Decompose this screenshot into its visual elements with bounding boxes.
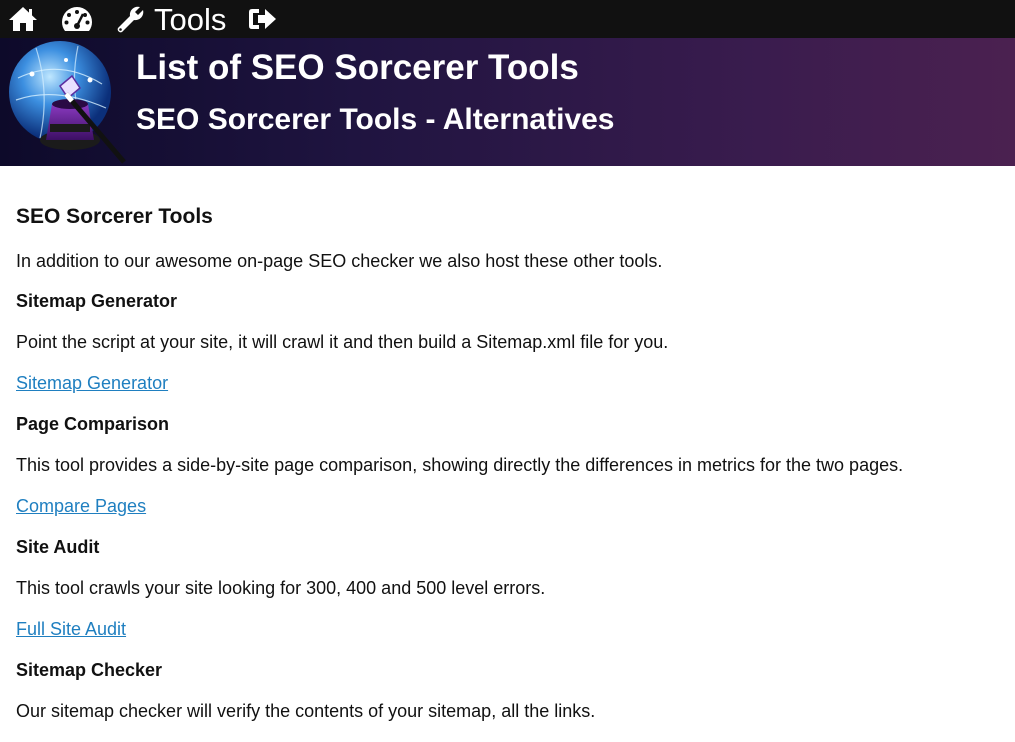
section-description-page-comparison: This tool provides a side-by-site page c… xyxy=(16,454,904,475)
dashboard-icon[interactable] xyxy=(60,5,94,33)
intro-text: In addition to our awesome on-page SEO c… xyxy=(16,251,663,271)
section-description-site-audit: This tool crawls your site looking for 3… xyxy=(16,577,546,598)
section-title-sitemap-generator: Sitemap Generator xyxy=(16,290,178,311)
section-title-site-audit: Site Audit xyxy=(16,536,100,557)
section-description-sitemap-checker: Our sitemap checker will verify the cont… xyxy=(16,700,596,721)
sitemap-generator-link[interactable]: Sitemap Generator xyxy=(16,372,168,394)
page-subtitle: SEO Sorcerer Tools - Alternatives xyxy=(136,103,615,136)
tools-menu[interactable]: Tools xyxy=(116,4,226,35)
page-title: List of SEO Sorcerer Tools xyxy=(136,48,579,87)
compare-pages-link[interactable]: Compare Pages xyxy=(16,495,146,517)
content-heading: SEO Sorcerer Tools xyxy=(16,205,213,228)
main-content: SEO Sorcerer Tools In addition to our aw… xyxy=(0,204,1015,731)
wizard-hat-logo-icon xyxy=(6,38,128,171)
full-site-audit-link[interactable]: Full Site Audit xyxy=(16,618,126,640)
section-title-sitemap-checker: Sitemap Checker xyxy=(16,659,163,680)
section-description-sitemap-generator: Point the script at your site, it will c… xyxy=(16,331,669,352)
sign-out-icon[interactable] xyxy=(248,6,278,32)
wrench-icon xyxy=(116,4,146,34)
section-title-page-comparison: Page Comparison xyxy=(16,413,170,434)
top-navigation-bar: Tools xyxy=(0,0,1015,38)
page-banner: List of SEO Sorcerer Tools SEO Sorcerer … xyxy=(0,38,1015,166)
home-icon[interactable] xyxy=(8,6,38,32)
tools-label: Tools xyxy=(154,1,227,37)
